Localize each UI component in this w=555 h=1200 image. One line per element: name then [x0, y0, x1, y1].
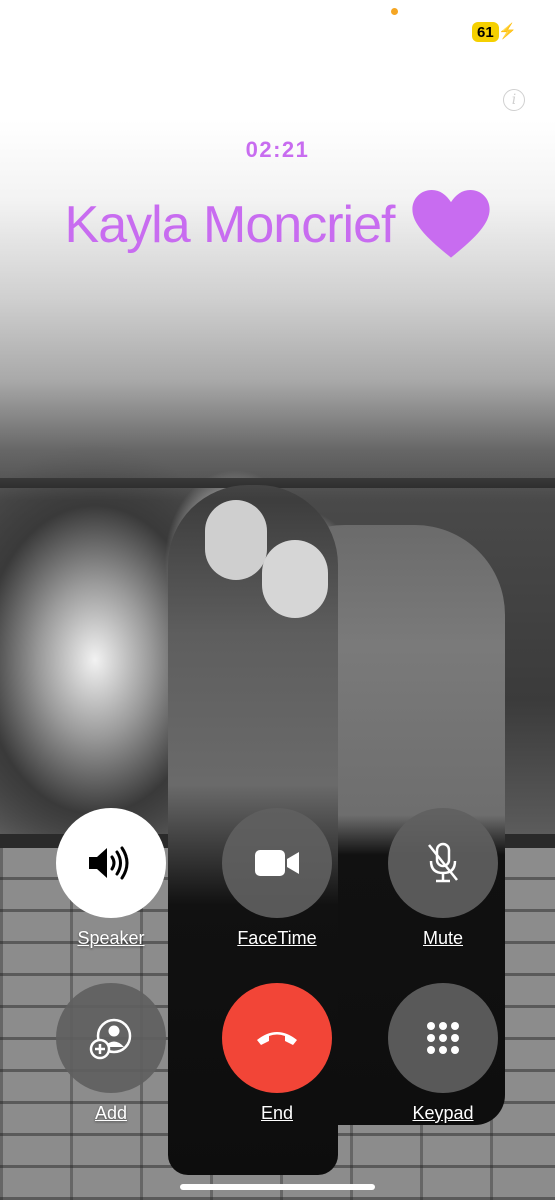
contact-name: Kayla Moncrief	[64, 196, 396, 254]
status-time: 9:03	[70, 22, 111, 43]
mute-button[interactable]: Mute	[388, 808, 498, 949]
facetime-button[interactable]: FaceTime	[222, 808, 332, 949]
keypad-label: Keypad	[412, 1103, 474, 1123]
end-call-circle[interactable]	[222, 983, 332, 1093]
purple-heart-icon	[412, 190, 491, 258]
mute-circle[interactable]	[388, 808, 498, 918]
end-call-icon	[257, 1032, 297, 1045]
microphone-slash-icon	[428, 842, 458, 883]
home-indicator[interactable]	[180, 1184, 375, 1190]
facetime-circle[interactable]	[222, 808, 332, 918]
add-button[interactable]: Add	[56, 983, 166, 1124]
add-label: Add	[94, 1103, 128, 1123]
privacy-indicator-dot	[391, 8, 398, 15]
speaker-icon	[89, 846, 129, 880]
end-call-button[interactable]: End	[222, 983, 332, 1124]
speaker-circle[interactable]	[56, 808, 166, 918]
call-duration: 02:21	[245, 137, 310, 162]
battery-level: 61	[477, 23, 494, 41]
keypad-icon	[427, 1022, 459, 1054]
keypad-button[interactable]: Keypad	[388, 983, 498, 1124]
mute-label: Mute	[422, 928, 464, 948]
add-circle[interactable]	[56, 983, 166, 1093]
face-left	[205, 500, 267, 580]
facetime-label: FaceTime	[237, 928, 317, 948]
speaker-label: Speaker	[77, 928, 145, 948]
end-label: End	[260, 1103, 294, 1123]
signal-icon	[410, 24, 432, 38]
video-camera-icon	[255, 850, 299, 876]
contact-name-row: Kayla Moncrief	[0, 190, 555, 260]
charging-bolt-icon: ⚡	[498, 23, 517, 40]
speaker-button[interactable]: Speaker	[56, 808, 166, 949]
keypad-circle[interactable]	[388, 983, 498, 1093]
battery-icon: 61	[472, 22, 499, 42]
add-person-icon	[89, 1018, 132, 1060]
face-right	[262, 540, 328, 618]
wifi-icon	[440, 23, 462, 39]
info-icon[interactable]: i	[503, 89, 525, 111]
